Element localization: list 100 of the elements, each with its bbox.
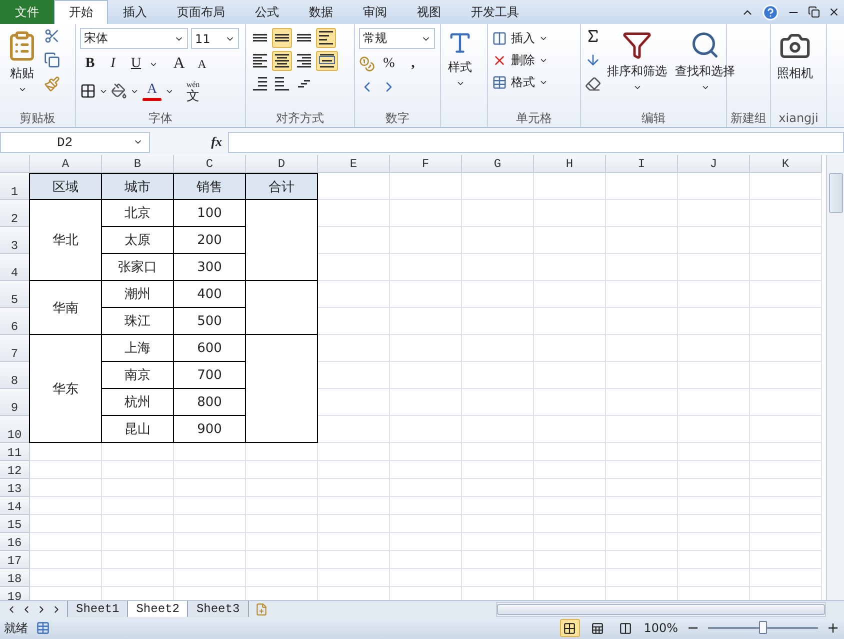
empty-cell[interactable]	[678, 281, 750, 308]
shrink-font-button[interactable]: A	[192, 54, 212, 74]
empty-cell[interactable]	[390, 254, 462, 281]
empty-cell[interactable]	[678, 443, 750, 461]
empty-cell[interactable]	[102, 461, 174, 479]
alignment-button[interactable]	[272, 51, 292, 71]
empty-cell[interactable]	[606, 497, 678, 515]
empty-cell[interactable]	[534, 335, 606, 362]
empty-cell[interactable]	[750, 497, 822, 515]
empty-cell[interactable]	[390, 479, 462, 497]
empty-cell[interactable]	[534, 173, 606, 200]
empty-cell[interactable]	[750, 362, 822, 389]
sheet-tab[interactable]: Sheet3	[187, 600, 249, 618]
empty-cell[interactable]	[750, 416, 822, 443]
empty-cell[interactable]	[174, 515, 246, 533]
empty-cell[interactable]	[678, 551, 750, 569]
empty-cell[interactable]	[318, 497, 390, 515]
currency-icon[interactable]	[359, 56, 375, 72]
empty-cell[interactable]	[318, 416, 390, 443]
paste-button[interactable]: 粘贴	[4, 28, 40, 109]
empty-cell[interactable]	[462, 173, 534, 200]
column-header[interactable]: C	[174, 155, 246, 173]
empty-cell[interactable]	[318, 227, 390, 254]
empty-cell[interactable]	[750, 173, 822, 200]
empty-cell[interactable]	[174, 497, 246, 515]
empty-cell[interactable]	[174, 569, 246, 587]
empty-cell[interactable]	[606, 443, 678, 461]
empty-cell[interactable]	[678, 416, 750, 443]
empty-cell[interactable]	[534, 200, 606, 227]
empty-cell[interactable]	[462, 335, 534, 362]
empty-cell[interactable]	[102, 551, 174, 569]
insert-function-button[interactable]: fx	[150, 132, 228, 152]
empty-cell[interactable]	[462, 443, 534, 461]
empty-cell[interactable]	[318, 200, 390, 227]
help-icon[interactable]	[762, 4, 779, 20]
empty-cell[interactable]	[390, 515, 462, 533]
empty-cell[interactable]	[390, 497, 462, 515]
column-header[interactable]: A	[30, 155, 102, 173]
ribbon-tab[interactable]: 开始	[54, 0, 108, 24]
empty-cell[interactable]	[678, 461, 750, 479]
empty-cell[interactable]	[750, 227, 822, 254]
name-box[interactable]: D2	[0, 132, 150, 152]
cut-icon[interactable]	[44, 28, 60, 44]
empty-cell[interactable]	[678, 497, 750, 515]
empty-cell[interactable]	[750, 443, 822, 461]
empty-cell[interactable]	[606, 308, 678, 335]
row-header[interactable]: 13	[0, 479, 30, 497]
row-header[interactable]: 3	[0, 227, 30, 254]
empty-cell[interactable]	[390, 551, 462, 569]
empty-cell[interactable]	[534, 551, 606, 569]
empty-cell[interactable]	[534, 443, 606, 461]
empty-cell[interactable]	[606, 389, 678, 416]
underline-button[interactable]: U	[126, 54, 146, 74]
borders-icon[interactable]	[80, 83, 96, 99]
empty-cell[interactable]	[606, 569, 678, 587]
empty-cell[interactable]	[534, 479, 606, 497]
empty-cell[interactable]	[318, 461, 390, 479]
empty-cell[interactable]	[678, 569, 750, 587]
empty-cell[interactable]	[606, 533, 678, 551]
empty-cell[interactable]	[678, 173, 750, 200]
empty-cell[interactable]	[534, 569, 606, 587]
vertical-scrollbar[interactable]	[826, 155, 844, 600]
styles-button[interactable]: 样式	[445, 28, 475, 127]
empty-cell[interactable]	[534, 281, 606, 308]
row-header[interactable]: 19	[0, 587, 30, 600]
ribbon-tab[interactable]: 视图	[402, 0, 456, 24]
phonetic-button[interactable]: wén 文	[183, 79, 203, 103]
percent-button[interactable]: %	[379, 54, 399, 74]
empty-cell[interactable]	[462, 389, 534, 416]
empty-cell[interactable]	[318, 533, 390, 551]
alignment-button[interactable]	[316, 51, 338, 71]
empty-cell[interactable]	[318, 389, 390, 416]
empty-cell[interactable]	[318, 362, 390, 389]
row-header[interactable]: 11	[0, 443, 30, 461]
empty-cell[interactable]	[246, 569, 318, 587]
number-format-dropdown[interactable]: 常规	[359, 28, 435, 49]
empty-cell[interactable]	[174, 533, 246, 551]
empty-cell[interactable]	[678, 389, 750, 416]
cells-button[interactable]: 删除	[492, 50, 548, 70]
empty-cell[interactable]	[534, 533, 606, 551]
empty-cell[interactable]	[462, 227, 534, 254]
empty-cell[interactable]	[606, 227, 678, 254]
row-header[interactable]: 5	[0, 281, 30, 308]
empty-cell[interactable]	[606, 416, 678, 443]
empty-cell[interactable]	[750, 515, 822, 533]
empty-cell[interactable]	[678, 254, 750, 281]
empty-cell[interactable]	[534, 308, 606, 335]
zoom-slider-thumb[interactable]	[759, 621, 767, 634]
view-button[interactable]	[560, 619, 580, 637]
ribbon-tab[interactable]: 数据	[294, 0, 348, 24]
column-header[interactable]: F	[390, 155, 462, 173]
empty-cell[interactable]	[534, 416, 606, 443]
row-header[interactable]: 15	[0, 515, 30, 533]
empty-cell[interactable]	[750, 200, 822, 227]
file-tab[interactable]: 文件	[0, 0, 54, 24]
italic-button[interactable]: I	[103, 54, 123, 74]
empty-cell[interactable]	[246, 497, 318, 515]
empty-cell[interactable]	[462, 308, 534, 335]
font-size-dropdown[interactable]: 11	[191, 28, 239, 49]
empty-cell[interactable]	[750, 335, 822, 362]
